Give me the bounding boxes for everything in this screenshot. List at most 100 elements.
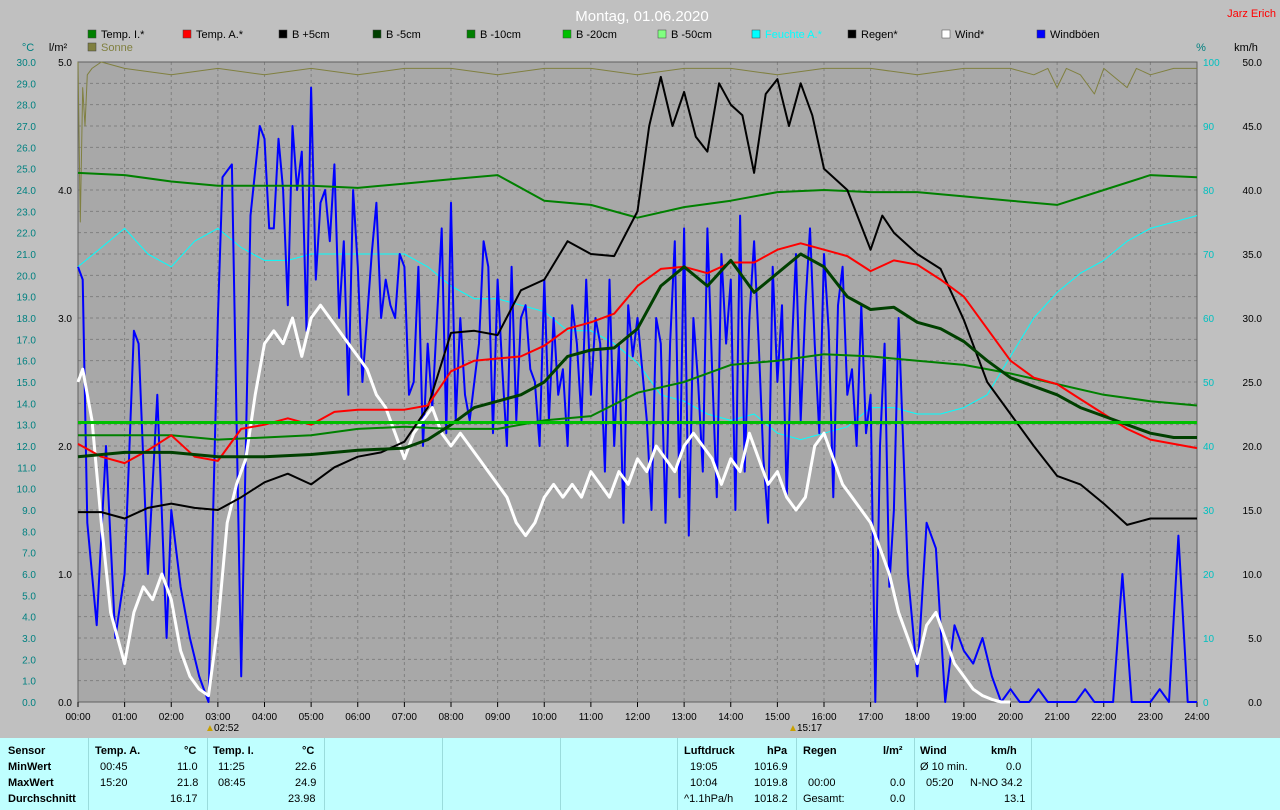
temp-tick-label: 24.0 bbox=[17, 186, 37, 197]
temp-tick-label: 19.0 bbox=[17, 293, 37, 304]
rain-unit-label: l/m² bbox=[49, 42, 68, 54]
time-tick-label: 02:00 bbox=[159, 712, 184, 723]
time-tick-label: 23:00 bbox=[1138, 712, 1163, 723]
time-tick-label: 22:00 bbox=[1091, 712, 1116, 723]
temp-tick-label: 20.0 bbox=[17, 271, 37, 282]
time-tick-label: 16:00 bbox=[811, 712, 836, 723]
time-tick-label: 13:00 bbox=[672, 712, 697, 723]
wind-tick-label: 0.0 bbox=[1248, 698, 1262, 709]
sun-unit-label: % bbox=[1196, 42, 1206, 54]
legend-label: B -5cm bbox=[386, 29, 421, 41]
legend-label: Feuchte A.* bbox=[765, 29, 823, 41]
sunrise-time: 02:52 bbox=[214, 723, 239, 734]
temp-tick-label: 6.0 bbox=[22, 570, 36, 581]
temp-tick-label: 13.0 bbox=[17, 421, 37, 432]
time-tick-label: 19:00 bbox=[951, 712, 976, 723]
row-label-max: MaxWert bbox=[8, 777, 54, 789]
temp-tick-label: 26.0 bbox=[17, 143, 37, 154]
row-label-sensor: Sensor bbox=[8, 745, 46, 757]
time-tick-label: 17:00 bbox=[858, 712, 883, 723]
temp-tick-label: 9.0 bbox=[22, 506, 36, 517]
time-tick-label: 00:00 bbox=[65, 712, 90, 723]
time-tick-label: 12:00 bbox=[625, 712, 650, 723]
sun-tick-label: 60 bbox=[1203, 314, 1215, 325]
temp-tick-label: 5.0 bbox=[22, 591, 36, 602]
temp-tick-label: 11.0 bbox=[17, 463, 36, 474]
temp-tick-label: 12.0 bbox=[17, 442, 37, 453]
time-tick-label: 06:00 bbox=[345, 712, 370, 723]
sunset-marker: ▲ 15:17 bbox=[788, 723, 822, 734]
pressure-min: 1016.9 bbox=[754, 761, 788, 773]
legend-label: Regen* bbox=[861, 29, 898, 41]
rain-tick-label: 2.0 bbox=[58, 442, 72, 453]
pressure-max: 1019.8 bbox=[754, 777, 788, 789]
time-tick-label: 14:00 bbox=[718, 712, 743, 723]
row-label-min: MinWert bbox=[8, 761, 52, 773]
temp-i-unit: °C bbox=[302, 745, 315, 757]
time-tick-label: 03:00 bbox=[205, 712, 230, 723]
temp-tick-label: 15.0 bbox=[17, 378, 37, 389]
time-tick-label: 07:00 bbox=[392, 712, 417, 723]
legend-label: B +5cm bbox=[292, 29, 330, 41]
legend-label: Wind* bbox=[955, 29, 985, 41]
legend-label: B -20cm bbox=[576, 29, 617, 41]
temp-i-max-time: 08:45 bbox=[218, 777, 246, 789]
chart-title: Montag, 01.06.2020 bbox=[575, 8, 708, 25]
rain-max: 0.0 bbox=[890, 777, 906, 789]
wind-tick-label: 35.0 bbox=[1243, 250, 1263, 261]
legend-swatch bbox=[466, 29, 476, 39]
wind-tick-label: 10.0 bbox=[1243, 570, 1263, 581]
pressure-trend: ^1.1hPa/h bbox=[684, 793, 734, 805]
wind-tick-label: 20.0 bbox=[1243, 442, 1263, 453]
temp-a-max: 21.8 bbox=[177, 777, 199, 789]
legend-label: Windböen bbox=[1050, 29, 1100, 41]
temp-i-min: 22.6 bbox=[295, 761, 317, 773]
temp-tick-label: 4.0 bbox=[22, 613, 36, 624]
temp-tick-label: 29.0 bbox=[17, 79, 37, 90]
rain-unit: l/m² bbox=[883, 745, 903, 757]
sun-tick-label: 20 bbox=[1203, 570, 1215, 581]
temp-tick-label: 0.0 bbox=[22, 698, 36, 709]
wind-tick-label: 40.0 bbox=[1243, 186, 1263, 197]
wind-tick-label: 30.0 bbox=[1243, 314, 1263, 325]
time-tick-label: 11:00 bbox=[579, 712, 604, 723]
legend-swatch bbox=[657, 29, 667, 39]
sunset-time: 15:17 bbox=[797, 723, 822, 734]
wind-max-time: 05:20 bbox=[926, 777, 954, 789]
temp-tick-label: 14.0 bbox=[17, 399, 37, 410]
weather-chart: 0.0 1.0 2.0 3.0 4.0 5.0 6.0 7.0 8.0 9.0 10.0 11.0 12… bbox=[0, 0, 1280, 738]
legend-swatch bbox=[278, 29, 288, 39]
temp-a-title: Temp. A. bbox=[95, 745, 141, 757]
temp-i-avg: 23.98 bbox=[288, 793, 316, 805]
temp-tick-label: 27.0 bbox=[17, 122, 37, 133]
legend-label: B -50cm bbox=[671, 29, 712, 41]
temp-tick-label: 10.0 bbox=[17, 485, 37, 496]
sun-tick-label: 0 bbox=[1203, 698, 1209, 709]
legend-label: Temp. I.* bbox=[101, 29, 145, 41]
temp-tick-label: 28.0 bbox=[17, 101, 37, 112]
time-tick-label: 04:00 bbox=[252, 712, 277, 723]
temp-tick-label: 7.0 bbox=[22, 549, 36, 560]
temp-tick-label: 3.0 bbox=[22, 634, 36, 645]
temp-i-min-time: 11:25 bbox=[218, 761, 245, 773]
time-tick-label: 24:00 bbox=[1184, 712, 1209, 723]
time-tick-label: 20:00 bbox=[998, 712, 1023, 723]
time-tick-label: 10:00 bbox=[532, 712, 557, 723]
legend-label: Sonne bbox=[101, 42, 133, 54]
sun-tick-label: 40 bbox=[1203, 442, 1215, 453]
legend-swatch bbox=[847, 29, 857, 39]
wind-avg-label: Ø 10 min. bbox=[920, 761, 968, 773]
legend-swatch bbox=[372, 29, 382, 39]
pressure-unit: hPa bbox=[767, 745, 788, 757]
sun-tick-label: 70 bbox=[1203, 250, 1215, 261]
legend-swatch bbox=[562, 29, 572, 39]
temp-i-title: Temp. I. bbox=[213, 745, 254, 757]
rain-tick-label: 4.0 bbox=[58, 186, 72, 197]
temp-tick-label: 22.0 bbox=[17, 229, 37, 240]
temp-a-max-time: 15:20 bbox=[100, 777, 128, 789]
legend-label: B -10cm bbox=[480, 29, 521, 41]
temp-tick-label: 18.0 bbox=[17, 314, 37, 325]
sun-tick-label: 10 bbox=[1203, 634, 1215, 645]
rain-total-label: Gesamt: bbox=[803, 793, 845, 805]
time-tick-label: 09:00 bbox=[485, 712, 510, 723]
